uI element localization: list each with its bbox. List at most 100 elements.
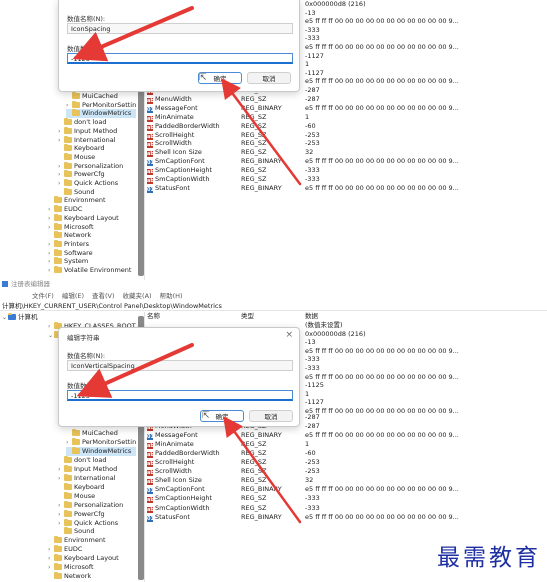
mouse-cursor-icon: ⇱ xyxy=(199,73,207,83)
folder-icon xyxy=(64,527,72,535)
value-data-cell: -253 xyxy=(305,139,320,148)
value-name-field[interactable]: IconSpacing xyxy=(67,23,293,34)
value-data-cell: -253 xyxy=(305,467,320,476)
registry-value-row[interactable]: abSmCaptionWidth REG_SZ -333 xyxy=(0,175,547,184)
menu-item[interactable]: 查看(V) xyxy=(92,292,115,300)
value-data-input[interactable]: -1125 xyxy=(67,53,293,64)
tree-item-label: Network xyxy=(64,572,92,581)
value-data-cell: -287 xyxy=(305,94,320,103)
tree-item-label: Microsoft xyxy=(64,222,94,231)
value-name-text: SmCaptionHeight xyxy=(155,166,213,175)
registry-value-row[interactable]: abScrollWidth REG_SZ -253 xyxy=(0,139,547,149)
registry-value-row[interactable]: abShell Icon Size REG_SZ 32 xyxy=(0,476,547,486)
registry-value-row[interactable]: abShell Icon Size REG_SZ 32 xyxy=(0,148,547,158)
top-registry-panel: MuiCached › PerMonitorSettin WindowMetrics d… xyxy=(0,0,547,280)
registry-value-row[interactable]: abPaddedBorderWidth REG_SZ -60 xyxy=(0,449,547,459)
registry-value-row[interactable]: abMenuWidthREG_SZ -287 xyxy=(0,95,547,104)
header-data[interactable]: 数据 xyxy=(305,312,547,321)
value-data-cell: e5 ff ff ff 00 00 00 00 00 00 00 00 00 0… xyxy=(305,103,459,112)
tree-item[interactable]: › EUDC xyxy=(48,205,136,214)
value-type-cell: REG_BINARY xyxy=(241,485,282,494)
registry-value-row[interactable]: abScrollHeight REG_SZ -253 xyxy=(0,131,547,140)
value-name-cell: abShell Icon Size xyxy=(147,476,239,486)
tree-item[interactable]: › Keyboard Layout xyxy=(48,213,136,223)
value-name-text: MinAnimate xyxy=(155,112,194,121)
registry-value-row[interactable]: 01MessageFont REG_BINARY e5 ff ff ff 00 00… xyxy=(0,104,547,113)
registry-value-row[interactable]: abSmCaptionWidth REG_SZ -333 xyxy=(0,504,547,513)
value-type-cell: REG_SZ xyxy=(241,467,267,476)
registry-value-row[interactable]: abPaddedBorderWidth REG_SZ -60 xyxy=(0,122,547,131)
value-data-label: 数值数据(V): xyxy=(67,45,105,53)
value-name-text: MinAnimate xyxy=(155,440,194,449)
close-icon[interactable]: × xyxy=(285,330,293,340)
value-name-cell: abScrollWidth xyxy=(147,139,239,149)
registry-value-row[interactable]: abScrollHeight REG_SZ -253 xyxy=(0,458,547,468)
folder-icon xyxy=(54,545,62,553)
menu-item[interactable]: 收藏夹(A) xyxy=(123,292,152,300)
folder-icon xyxy=(54,248,62,256)
tree-item-label: Environment xyxy=(64,196,106,205)
value-type-cell: REG_SZ xyxy=(241,148,267,157)
tree-item[interactable]: Environment xyxy=(48,536,136,545)
registry-value-row[interactable]: 01StatusFont REG_BINARY e5 ff ff ff 00 00 … xyxy=(0,184,547,193)
menu-item[interactable]: 文件(F) xyxy=(32,292,54,300)
value-type-cell: REG_SZ xyxy=(241,121,267,130)
registry-value-row[interactable]: 01MessageFont REG_BINARY e5 ff ff ff 00 00… xyxy=(0,431,547,441)
menu-item[interactable]: 编辑(E) xyxy=(62,292,84,300)
registry-value-row[interactable]: abSmCaptionHeight REG_SZ -333 xyxy=(0,166,547,176)
registry-value-row[interactable]: 01SmCaptionFont REG_BINARY e5 ff ff ff 00 … xyxy=(0,157,547,167)
value-type-cell: REG_BINARY xyxy=(241,103,282,112)
tree-item[interactable]: › Printers xyxy=(48,239,136,249)
registry-value-row[interactable]: 01SmCaptionFont REG_BINARY e5 ff ff ff 00 … xyxy=(0,485,547,495)
value-name-cell: 01MessageFont xyxy=(147,431,239,441)
tree-item[interactable]: › Software xyxy=(48,248,136,258)
tree-item[interactable]: › Microsoft xyxy=(48,222,136,232)
value-name-text: SmCaptionFont xyxy=(155,485,205,494)
header-name[interactable]: 名称 xyxy=(147,312,239,321)
tree-item[interactable]: Environment xyxy=(48,196,136,205)
value-name-text: MessageFont xyxy=(155,103,198,112)
address-bar[interactable]: 计算机\HKEY_CURRENT_USER\Control Panel\Desk… xyxy=(0,301,547,311)
value-name-cell: abPaddedBorderWidth xyxy=(147,122,239,131)
value-data-cell: -333 xyxy=(305,494,320,503)
tree-item[interactable]: › System xyxy=(48,257,136,266)
tree-item-label: Keyboard Layout xyxy=(64,554,119,563)
registry-value-row[interactable]: abSmCaptionHeight REG_SZ -333 xyxy=(0,494,547,504)
cancel-button[interactable]: 取消 xyxy=(247,72,291,84)
folder-icon xyxy=(54,536,62,544)
header-type[interactable]: 类型 xyxy=(241,312,305,321)
tree-item-label: Volatile Environment xyxy=(64,266,132,274)
value-data-cell: -253 xyxy=(305,130,320,139)
tree-item[interactable]: Network xyxy=(48,231,136,240)
tree-item[interactable]: Sound xyxy=(58,527,136,536)
tree-item[interactable]: Network xyxy=(48,572,136,581)
value-name-cell: abSmCaptionWidth xyxy=(147,504,239,513)
registry-value-row[interactable]: abMinAnimate REG_SZ 1 xyxy=(0,440,547,450)
value-name-text: Shell Icon Size xyxy=(155,476,202,485)
value-name-text: SmCaptionWidth xyxy=(155,175,210,183)
tree-item[interactable]: › Volatile Environment xyxy=(48,266,136,275)
tree-item-label: Keyboard Layout xyxy=(64,213,119,222)
value-name-label: 数值名称(N): xyxy=(67,15,106,23)
value-name-cell: abMenuWidth xyxy=(147,95,239,104)
value-data-input[interactable]: -1125 xyxy=(67,390,293,401)
value-data-cell: 1 xyxy=(305,112,310,121)
value-name-cell: abShell Icon Size xyxy=(147,148,239,158)
tree-item[interactable]: › Keyboard Layout xyxy=(48,554,136,563)
registry-value-row[interactable]: 01StatusFont REG_BINARY e5 ff ff ff 00 00 … xyxy=(0,513,547,522)
dialog-title: 编辑字符串 xyxy=(67,334,100,342)
tree-item[interactable]: › EUDC xyxy=(48,545,136,554)
folder-icon xyxy=(54,231,62,239)
value-name-field[interactable]: IconVerticalSpacing xyxy=(67,360,293,371)
folder-icon xyxy=(54,257,62,265)
registry-value-row[interactable]: abScrollWidth REG_SZ -253 xyxy=(0,467,547,477)
tree-item-label: Microsoft xyxy=(64,563,94,572)
registry-value-row[interactable]: abMinAnimate REG_SZ 1 xyxy=(0,113,547,122)
value-name-cell: abScrollHeight xyxy=(147,458,239,468)
tree-item[interactable]: › Microsoft xyxy=(48,563,136,572)
value-name-text: MessageFont xyxy=(155,431,198,440)
menu-item[interactable]: 帮助(H) xyxy=(160,292,183,300)
value-name-cell: abScrollWidth xyxy=(147,467,239,477)
cancel-button[interactable]: 取消 xyxy=(249,410,293,422)
value-name-text: StatusFont xyxy=(155,512,190,521)
